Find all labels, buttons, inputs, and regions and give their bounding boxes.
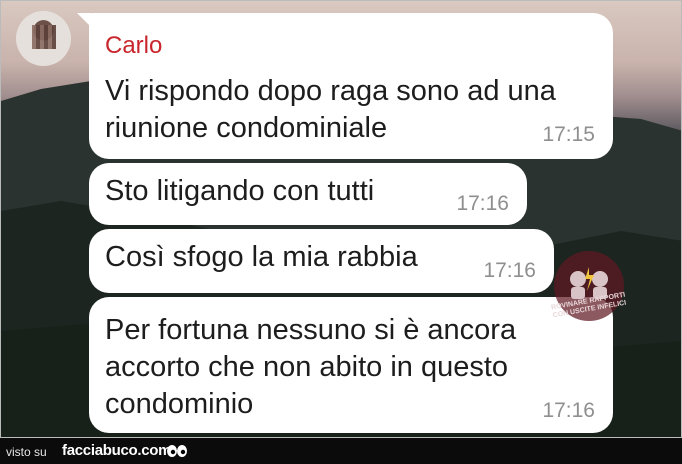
watermark-logo: ROVINARE RAPPORTI CON USCITE INFELICI	[551, 251, 627, 321]
message-bubble[interactable]: Carlo Vi rispondo dopo raga sono ad una …	[77, 13, 613, 159]
message-bubble[interactable]: Per fortuna nessuno si è ancora accorto …	[89, 297, 613, 433]
message-text: Vi rispondo dopo raga sono ad una riunio…	[105, 75, 556, 144]
sender-name[interactable]: Carlo	[105, 32, 162, 60]
message-time: 17:16	[483, 259, 536, 282]
avatar[interactable]	[16, 11, 71, 66]
eyes-icon	[167, 445, 187, 457]
message-bubble[interactable]: Sto litigando con tutti 17:16	[89, 163, 527, 225]
message-time: 17:16	[456, 192, 509, 215]
message-time: 17:16	[542, 399, 595, 422]
message-bubble[interactable]: Così sfogo la mia rabbia 17:16	[89, 229, 554, 293]
chat-background-photo: Carlo Vi rispondo dopo raga sono ad una …	[0, 0, 682, 438]
message-text: Per fortuna nessuno si è ancora accorto …	[105, 314, 517, 420]
footer-bar: visto su facciabuco.com	[0, 438, 682, 464]
site-link[interactable]: facciabuco.com	[62, 442, 171, 459]
message-text: Sto litigando con tutti	[105, 175, 375, 207]
visto-label: visto su	[6, 445, 47, 459]
message-time: 17:15	[542, 123, 595, 146]
message-text: Così sfogo la mia rabbia	[105, 241, 418, 273]
